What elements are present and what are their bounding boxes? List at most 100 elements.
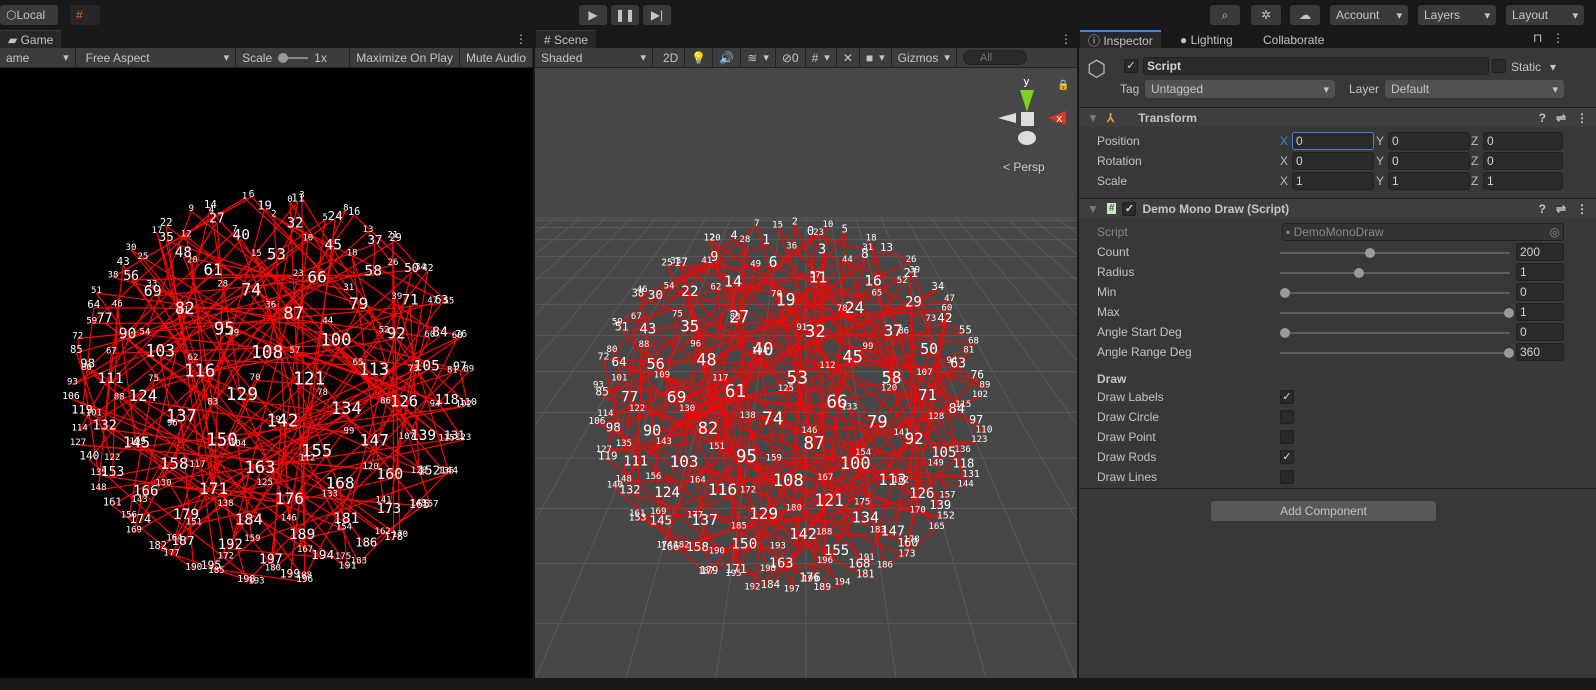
inspector-menu-icon[interactable]: ⋮ <box>1552 31 1564 45</box>
gizmo-center-cube[interactable] <box>1021 112 1034 126</box>
mute-audio-toggle[interactable]: Mute Audio <box>460 48 533 67</box>
object-name-field[interactable]: Script <box>1143 57 1489 75</box>
tools-button[interactable]: ✕ <box>837 48 860 67</box>
scene-menu-icon[interactable]: ⋮ <box>1060 32 1072 46</box>
foldout-arrow-icon[interactable]: ▼ <box>1087 111 1099 125</box>
slider-value-field[interactable]: 1 <box>1516 263 1564 281</box>
lighting-toggle[interactable]: 💡 <box>685 48 714 67</box>
script-component-header[interactable]: ▼ # ✓ Demo Mono Draw (Script) ? ⇌ ⋮ <box>1079 198 1596 218</box>
toggle-checkbox[interactable]: ✓ <box>1280 390 1294 404</box>
persp-toggle[interactable]: < Persp <box>1003 160 1045 174</box>
point-label: 18 <box>866 233 877 243</box>
slider-track[interactable] <box>1280 308 1514 318</box>
toggle-checkbox[interactable] <box>1280 470 1294 484</box>
search-button[interactable]: ⌕ <box>1210 5 1240 25</box>
maximize-on-play-toggle[interactable]: Maximize On Play <box>350 48 460 67</box>
game-menu-icon[interactable]: ⋮ <box>515 32 527 46</box>
grid-dropdown[interactable]: # <box>806 48 837 67</box>
add-component-button[interactable]: Add Component <box>1211 501 1436 521</box>
foldout-arrow-icon[interactable]: ▼ <box>1087 202 1099 216</box>
slider-knob[interactable] <box>1504 348 1514 358</box>
pause-button[interactable]: ❚❚ <box>611 5 639 25</box>
slider-knob[interactable] <box>1280 328 1290 338</box>
slider-value-field[interactable]: 1 <box>1516 303 1564 321</box>
transform-header[interactable]: ▼ ⅄ Transform ? ⇌ ⋮ <box>1079 107 1596 127</box>
gizmos-dropdown[interactable]: Gizmos <box>892 48 957 67</box>
component-menu-icon[interactable]: ⋮ <box>1576 111 1588 125</box>
component-menu-icon[interactable]: ⋮ <box>1576 202 1588 216</box>
transform-z-field[interactable]: 1 <box>1483 172 1563 190</box>
tab-scene[interactable]: # Scene <box>536 30 597 48</box>
layers-dropdown[interactable]: Layers <box>1418 5 1496 25</box>
toggle-checkbox[interactable] <box>1280 430 1294 444</box>
slider-track[interactable] <box>1280 348 1514 358</box>
static-checkbox[interactable] <box>1492 59 1506 73</box>
transform-y-field[interactable]: 0 <box>1388 152 1470 170</box>
preset-icon[interactable]: ⇌ <box>1556 202 1566 216</box>
lock-icon[interactable]: ⊓ <box>1533 31 1542 45</box>
cloud-button[interactable]: ☁ <box>1290 5 1320 25</box>
transform-y-field[interactable]: 1 <box>1388 172 1470 190</box>
tab-inspector[interactable]: ⓘ Inspector <box>1080 30 1161 48</box>
slider-knob[interactable] <box>1365 248 1376 258</box>
pivot-local-button[interactable]: ⬡ Local <box>0 5 58 25</box>
step-button[interactable]: ▶| <box>643 5 671 25</box>
transform-y-field[interactable]: 0 <box>1388 132 1470 150</box>
2d-toggle[interactable]: 2D <box>657 48 686 67</box>
slider-knob[interactable] <box>1353 268 1364 278</box>
layout-dropdown[interactable]: Layout <box>1506 5 1584 25</box>
transform-x-field[interactable]: 1 <box>1292 172 1374 190</box>
static-dropdown-icon[interactable]: ▾ <box>1550 60 1556 74</box>
slider-knob[interactable] <box>1504 308 1514 318</box>
slider-value-field[interactable]: 0 <box>1516 323 1564 341</box>
tab-lighting[interactable]: ● Lighting <box>1180 33 1233 47</box>
services-button[interactable]: ✲ <box>1251 5 1281 25</box>
play-button[interactable]: ▶ <box>579 5 607 25</box>
tab-collaborate[interactable]: Collaborate <box>1263 33 1324 47</box>
slider-track[interactable] <box>1280 268 1510 278</box>
aspect-dropdown[interactable]: Free Aspect <box>80 48 237 67</box>
tab-game[interactable]: ▰ Game <box>0 30 62 48</box>
audio-toggle[interactable]: 🔊 <box>713 48 742 67</box>
transform-x-field[interactable]: 0 <box>1292 132 1374 150</box>
gizmo-negz-cone[interactable] <box>1018 131 1036 145</box>
scene-viewport[interactable]: 1251461381121591331041179116715115417299… <box>535 68 1077 678</box>
transform-z-field[interactable]: 0 <box>1483 132 1563 150</box>
tag-dropdown[interactable]: Untagged <box>1145 80 1335 98</box>
camera-dropdown[interactable]: ■ <box>860 48 892 67</box>
slider-value-field[interactable]: 200 <box>1516 243 1564 261</box>
orientation-gizmo[interactable]: y x <box>990 72 1070 152</box>
gizmo-y-cone[interactable] <box>1020 90 1034 112</box>
hidden-objects-toggle[interactable]: ⊘ 0 <box>776 48 806 67</box>
transform-z-field[interactable]: 0 <box>1483 152 1563 170</box>
point-label: 26 <box>388 258 399 268</box>
slider-knob[interactable] <box>1280 288 1290 298</box>
grid-snap-button[interactable]: # <box>70 5 100 25</box>
scale-knob[interactable] <box>278 52 289 63</box>
game-viewport[interactable]: 7091577883104491126236449965125961172886… <box>0 68 533 678</box>
help-icon[interactable]: ? <box>1539 111 1546 125</box>
toggle-checkbox[interactable]: ✓ <box>1280 450 1294 464</box>
display-dropdown[interactable]: ame <box>0 48 76 67</box>
slider-track[interactable] <box>1280 288 1510 298</box>
scene-search-input[interactable] <box>962 50 1027 65</box>
slider-value-field[interactable]: 0 <box>1516 283 1564 301</box>
shading-dropdown[interactable]: Shaded <box>535 48 653 67</box>
preset-icon[interactable]: ⇌ <box>1556 111 1566 125</box>
object-picker-icon[interactable]: ◎ <box>1550 225 1560 239</box>
scale-slider[interactable]: Scale 1x <box>236 48 351 67</box>
toggle-checkbox[interactable] <box>1280 410 1294 424</box>
component-enabled-checkbox[interactable]: ✓ <box>1122 201 1137 216</box>
layer-dropdown[interactable]: Default <box>1385 80 1564 98</box>
help-icon[interactable]: ? <box>1539 202 1546 216</box>
point-label: 136 <box>955 445 971 455</box>
slider-value-field[interactable]: 360 <box>1516 343 1564 361</box>
slider-track[interactable] <box>1280 328 1510 338</box>
active-checkbox[interactable]: ✓ <box>1124 59 1138 73</box>
script-object-field[interactable]: ▪ DemoMonoDraw ◎ <box>1282 223 1564 241</box>
account-dropdown[interactable]: Account <box>1330 5 1408 25</box>
slider-track[interactable] <box>1280 248 1510 258</box>
transform-x-field[interactable]: 0 <box>1292 152 1374 170</box>
effects-dropdown[interactable]: ≋ <box>741 48 776 67</box>
gizmo-negx-cone[interactable] <box>998 113 1016 123</box>
